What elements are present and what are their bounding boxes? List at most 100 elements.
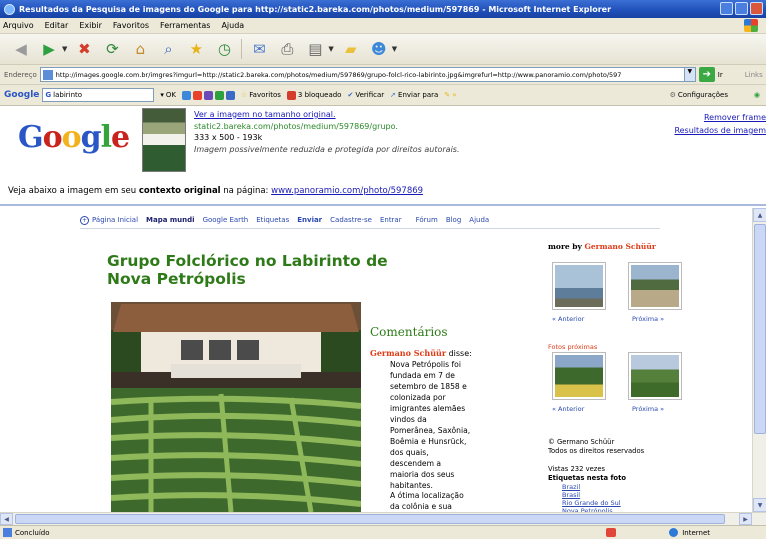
home-icon[interactable]: ⌂: [129, 38, 151, 60]
nearby-prev-thumb[interactable]: [552, 352, 606, 400]
links-label[interactable]: Links: [745, 71, 763, 79]
more-by-proxima[interactable]: Próxima »: [632, 315, 664, 323]
minimize-button[interactable]: [720, 2, 733, 15]
close-button[interactable]: [750, 2, 763, 15]
view-full-size-link[interactable]: Ver a imagem no tamanho original.: [194, 109, 460, 121]
refresh-icon[interactable]: ⟳: [101, 38, 123, 60]
main-photo[interactable]: [111, 302, 361, 512]
nav-enviar[interactable]: Enviar: [297, 216, 322, 224]
address-input[interactable]: http://images.google.com.br/imgres?imgur…: [39, 67, 696, 82]
spellcheck-button[interactable]: ✔ Verificar: [347, 91, 384, 99]
history-icon[interactable]: ◷: [213, 38, 235, 60]
extra-tools-icon[interactable]: ◉: [754, 91, 760, 99]
more-by-anterior[interactable]: « Anterior: [552, 315, 584, 323]
nearby-next-thumb[interactable]: [628, 352, 682, 400]
panoramio-nav: + Página Inicial Mapa mundi Google Earth…: [80, 212, 660, 229]
favorites-star-icon[interactable]: ★: [185, 38, 207, 60]
print-icon[interactable]: ⎙: [276, 38, 298, 60]
more-by-label: more by: [548, 242, 582, 251]
menu-exibir[interactable]: Exibir: [79, 21, 102, 30]
panoramio-home-icon[interactable]: +: [80, 215, 89, 225]
forward-dropdown-icon[interactable]: ▼: [62, 45, 67, 53]
nav-pagina-inicial[interactable]: Página Inicial: [92, 216, 138, 224]
highlighter-icon[interactable]: ✎ »: [444, 91, 456, 99]
google-logo[interactable]: Google: [18, 120, 130, 155]
send-to-button[interactable]: ➚ Enviar para: [390, 91, 438, 99]
nav-cadastre-se[interactable]: Cadastre-se: [330, 216, 372, 224]
tag-link[interactable]: Rio Grande do Sul: [562, 499, 621, 507]
folder-icon[interactable]: ▰: [340, 38, 362, 60]
scroll-down-icon[interactable]: ▼: [753, 498, 766, 512]
menu-ajuda[interactable]: Ajuda: [221, 21, 244, 30]
search-icon[interactable]: ⌕: [157, 38, 179, 60]
vertical-scroll-thumb[interactable]: [754, 224, 766, 434]
google-ok-button[interactable]: ▾ OK: [160, 91, 176, 99]
globe-icon[interactable]: [182, 90, 192, 100]
nav-entrar[interactable]: Entrar: [380, 216, 402, 224]
scroll-right-icon[interactable]: ▶: [739, 513, 752, 525]
mail-icon[interactable]: ✉: [248, 38, 270, 60]
google-config-button[interactable]: ⚙ Configurações: [670, 91, 728, 99]
messenger-dropdown-icon[interactable]: ▼: [392, 45, 397, 53]
nav-etiquetas[interactable]: Etiquetas: [256, 216, 289, 224]
scroll-left-icon[interactable]: ◀: [0, 513, 13, 525]
info-icon[interactable]: [226, 90, 236, 100]
nav-ajuda[interactable]: Ajuda: [469, 216, 489, 224]
google-search-input[interactable]: G labirinto: [42, 88, 155, 102]
nearby-proxima[interactable]: Próxima »: [632, 405, 664, 413]
horizontal-scrollbar[interactable]: ◀ ▶: [0, 512, 766, 525]
menu-arquivo[interactable]: Arquivo: [3, 21, 34, 30]
toolbar-divider: [241, 39, 243, 59]
image-thumbnail[interactable]: [142, 108, 186, 172]
edit-dropdown-icon[interactable]: ▼: [328, 45, 333, 53]
security-zone[interactable]: Internet: [669, 528, 710, 537]
pagerank-icon[interactable]: [193, 90, 203, 100]
comment-author[interactable]: Germano Schüür: [370, 348, 446, 358]
go-button[interactable]: Ir: [718, 71, 723, 79]
tag-link[interactable]: Brasil: [562, 491, 621, 499]
menu-ferramentas[interactable]: Ferramentas: [160, 21, 210, 30]
messenger-icon[interactable]: ☻: [368, 38, 390, 60]
panoramio-page: + Página Inicial Mapa mundi Google Earth…: [0, 208, 752, 512]
more-by-next-thumb[interactable]: [628, 262, 682, 310]
nearby-anterior[interactable]: « Anterior: [552, 405, 584, 413]
back-arrow-icon[interactable]: ◀: [10, 38, 32, 60]
google-toolbar-logo[interactable]: Google: [4, 90, 39, 100]
nav-blog[interactable]: Blog: [446, 216, 461, 224]
nav-google-earth[interactable]: Google Earth: [203, 216, 249, 224]
popup-blocked[interactable]: 3 bloqueado: [286, 90, 341, 100]
edit-page-icon[interactable]: ▤: [304, 38, 326, 60]
vertical-scrollbar[interactable]: ▲ ▼: [752, 208, 766, 512]
address-bar: Endereço http://images.google.com.br/img…: [0, 65, 766, 85]
more-by-author[interactable]: Germano Schüür: [585, 242, 656, 251]
stop-icon[interactable]: ✖: [73, 38, 95, 60]
zone-label: Internet: [682, 528, 710, 537]
security-warning-icon[interactable]: [606, 528, 616, 537]
image-results-link[interactable]: Resultados de imagem: [674, 124, 766, 137]
menu-editar[interactable]: Editar: [45, 21, 69, 30]
scroll-up-icon[interactable]: ▲: [753, 208, 766, 222]
menu-favoritos[interactable]: Favoritos: [113, 21, 149, 30]
google-tools-icons[interactable]: [182, 90, 236, 100]
go-arrow-icon[interactable]: ➔: [698, 67, 715, 82]
standard-toolbar: ◀ ▶ ▼ ✖ ⟳ ⌂ ⌕ ★ ◷ ✉ ⎙ ▤ ▼ ▰ ☻ ▼: [0, 34, 766, 65]
maximize-button[interactable]: [735, 2, 748, 15]
news-icon[interactable]: [204, 90, 214, 100]
status-bar: Concluído Internet: [0, 525, 766, 539]
context-page-link[interactable]: www.panoramio.com/photo/597869: [271, 186, 423, 196]
google-favoritos[interactable]: ☆ Favoritos: [241, 91, 281, 99]
nav-forum[interactable]: Fórum: [416, 216, 438, 224]
forward-arrow-icon[interactable]: ▶: [38, 38, 60, 60]
more-by-prev-thumb[interactable]: [552, 262, 606, 310]
highlight-icon[interactable]: [215, 90, 225, 100]
lake-thumbnail: [555, 265, 603, 307]
remove-frame-link[interactable]: Remover frame: [674, 111, 766, 124]
nav-mapa-mundi[interactable]: Mapa mundi: [146, 216, 195, 224]
horizontal-scroll-thumb[interactable]: [15, 514, 725, 524]
page-viewport: Google Ver a imagem no tamanho original.…: [0, 106, 766, 512]
address-dropdown-icon[interactable]: ▼: [683, 68, 695, 81]
fotos-proximas-heading: Fotos próximas: [548, 343, 598, 351]
star-icon: ☆: [241, 91, 248, 99]
tag-link[interactable]: Brazil: [562, 483, 621, 491]
comments-title: Comentários: [370, 325, 448, 339]
